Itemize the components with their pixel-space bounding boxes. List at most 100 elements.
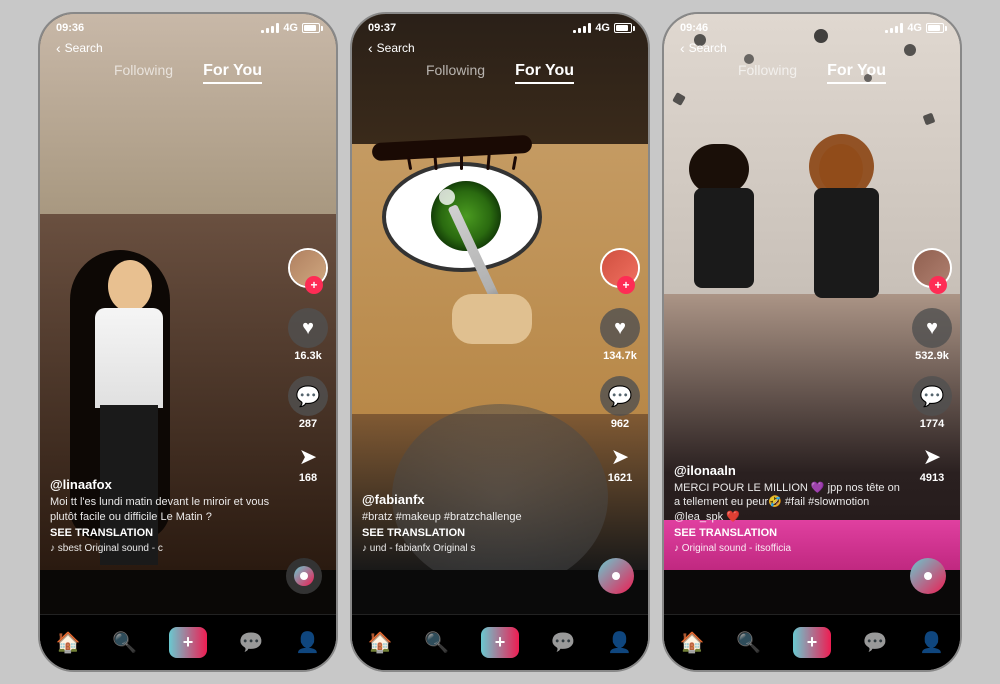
bottom-nav-2: 🏠 🔍 + 💬 👤 [352, 614, 648, 670]
username-2[interactable]: @fabianfx [362, 492, 588, 507]
search-label-1[interactable]: Search [65, 41, 103, 55]
share-action-3[interactable]: ➤ 4913 [920, 444, 944, 484]
comment-icon-1[interactable]: 💬 [288, 376, 328, 416]
avatar-container-3: + [912, 248, 952, 294]
nav-home-2[interactable]: 🏠 [368, 630, 393, 655]
tab-foryou-2[interactable]: For You [515, 62, 574, 84]
nav-inbox-3[interactable]: 💬 [863, 630, 888, 655]
nav-profile-2[interactable]: 👤 [607, 630, 632, 655]
nav-home-3[interactable]: 🏠 [680, 630, 705, 655]
tab-foryou-1[interactable]: For You [203, 62, 262, 84]
search-icon-1[interactable]: 🔍 [112, 630, 137, 655]
comment-action-2[interactable]: 💬 962 [600, 376, 640, 430]
add-icon-1[interactable]: + [183, 632, 194, 652]
bottom-info-3: @ilonaaln MERCI POUR LE MILLION 💜 jpp no… [674, 463, 900, 554]
profile-icon-1[interactable]: 👤 [295, 630, 320, 655]
add-button-2[interactable]: + [481, 627, 520, 658]
network-3: 4G [907, 22, 922, 34]
see-translation-2[interactable]: SEE TRANSLATION [362, 527, 588, 539]
comment-icon-2[interactable]: 💬 [600, 376, 640, 416]
comment-action-3[interactable]: 💬 1774 [912, 376, 952, 430]
inbox-icon-3[interactable]: 💬 [863, 630, 888, 655]
nav-profile-1[interactable]: 👤 [295, 630, 320, 655]
bar4 [276, 23, 279, 33]
nav-inbox-2[interactable]: 💬 [551, 630, 576, 655]
share-count-3: 4913 [920, 472, 944, 484]
add-icon-2[interactable]: + [495, 632, 506, 652]
share-action-1[interactable]: ➤ 168 [299, 444, 317, 484]
follow-badge-2[interactable]: + [617, 276, 635, 294]
share-icon-2[interactable]: ➤ [611, 444, 629, 470]
tab-following-2[interactable]: Following [426, 62, 485, 84]
search-icon-2[interactable]: 🔍 [424, 630, 449, 655]
tab-foryou-3[interactable]: For You [827, 62, 886, 84]
username-3[interactable]: @ilonaaln [674, 463, 900, 478]
status-icons-2: 4G [573, 22, 632, 34]
like-action-2[interactable]: ♥ 134.7k [600, 308, 640, 362]
search-label-2[interactable]: Search [377, 41, 415, 55]
search-label-3[interactable]: Search [689, 41, 727, 55]
heart-icon-3[interactable]: ♥ [912, 308, 952, 348]
nav-add-2[interactable]: + [481, 627, 520, 658]
status-bar-2: 09:37 4G [352, 14, 648, 38]
overlay-3: 09:46 4G ‹ Search Following For You [664, 14, 960, 670]
search-bar-2[interactable]: ‹ Search [352, 38, 648, 58]
like-action-1[interactable]: ♥ 16.3k [288, 308, 328, 362]
bottom-nav-1: 🏠 🔍 + 💬 👤 [40, 614, 336, 670]
back-arrow-2[interactable]: ‹ [368, 40, 373, 56]
nav-profile-3[interactable]: 👤 [919, 630, 944, 655]
sound-info-1: ♪ sbest Original sound - c [50, 543, 276, 554]
follow-badge-3[interactable]: + [929, 276, 947, 294]
home-icon-3[interactable]: 🏠 [680, 630, 705, 655]
nav-inbox-1[interactable]: 💬 [239, 630, 264, 655]
comment-icon-3[interactable]: 💬 [912, 376, 952, 416]
heart-icon-2[interactable]: ♥ [600, 308, 640, 348]
comment-count-2: 962 [611, 418, 629, 430]
share-action-2[interactable]: ➤ 1621 [608, 444, 632, 484]
inbox-icon-1[interactable]: 💬 [239, 630, 264, 655]
avatar-container-1: + [288, 248, 328, 294]
see-translation-1[interactable]: SEE TRANSLATION [50, 527, 276, 539]
nav-search-3[interactable]: 🔍 [736, 630, 761, 655]
search-icon-3[interactable]: 🔍 [736, 630, 761, 655]
heart-icon-1[interactable]: ♥ [288, 308, 328, 348]
nav-home-1[interactable]: 🏠 [56, 630, 81, 655]
bottom-info-2: @fabianfx #bratz #makeup #bratzchallenge… [362, 492, 588, 554]
username-1[interactable]: @linaafox [50, 477, 276, 492]
comment-action-1[interactable]: 💬 287 [288, 376, 328, 430]
add-button-1[interactable]: + [169, 627, 208, 658]
back-arrow-1[interactable]: ‹ [56, 40, 61, 56]
tab-following-3[interactable]: Following [738, 62, 797, 84]
phone-2: 09:37 4G ‹ Search Following For You [350, 12, 650, 672]
home-icon-2[interactable]: 🏠 [368, 630, 393, 655]
back-arrow-3[interactable]: ‹ [680, 40, 685, 56]
profile-icon-2[interactable]: 👤 [607, 630, 632, 655]
tab-following-1[interactable]: Following [114, 62, 173, 84]
share-icon-3[interactable]: ➤ [923, 444, 941, 470]
add-button-3[interactable]: + [793, 627, 832, 658]
nav-add-3[interactable]: + [793, 627, 832, 658]
nav-search-1[interactable]: 🔍 [112, 630, 137, 655]
overlay-1: 09:36 4G ‹ Search Following For [40, 14, 336, 670]
right-actions-1: + ♥ 16.3k 💬 287 ➤ 168 [288, 248, 328, 484]
phone-3: 09:46 4G ‹ Search Following For You [662, 12, 962, 672]
add-icon-3[interactable]: + [807, 632, 818, 652]
sound-info-2: ♪ und - fabianfx Original s [362, 543, 588, 554]
nav-add-1[interactable]: + [169, 627, 208, 658]
description-2: #bratz #makeup #bratzchallenge [362, 510, 588, 524]
home-icon-1[interactable]: 🏠 [56, 630, 81, 655]
right-actions-2: + ♥ 134.7k 💬 962 ➤ 1621 [600, 248, 640, 484]
like-action-3[interactable]: ♥ 532.9k [912, 308, 952, 362]
search-bar-1[interactable]: ‹ Search [40, 38, 336, 58]
nav-search-2[interactable]: 🔍 [424, 630, 449, 655]
inbox-icon-2[interactable]: 💬 [551, 630, 576, 655]
search-bar-3[interactable]: ‹ Search [664, 38, 960, 58]
follow-badge-1[interactable]: + [305, 276, 323, 294]
signal-2 [573, 23, 591, 33]
profile-icon-3[interactable]: 👤 [919, 630, 944, 655]
right-actions-3: + ♥ 532.9k 💬 1774 ➤ 4913 [912, 248, 952, 484]
see-translation-3[interactable]: SEE TRANSLATION [674, 527, 900, 539]
share-icon-1[interactable]: ➤ [299, 444, 317, 470]
record-icon-1 [286, 558, 322, 594]
bar1 [261, 30, 264, 33]
